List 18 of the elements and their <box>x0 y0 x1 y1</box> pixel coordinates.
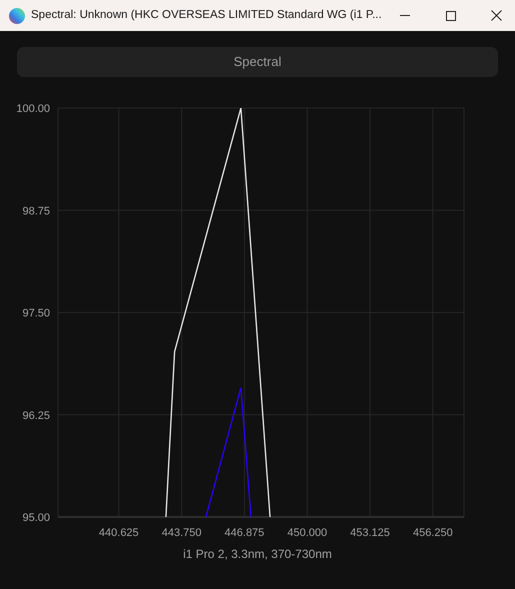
y-tick-label: 97.50 <box>22 308 50 320</box>
spectral-button[interactable]: Spectral <box>17 47 498 77</box>
x-tick-label: 456.250 <box>412 527 453 539</box>
close-icon <box>491 10 502 21</box>
y-tick-label: 96.25 <box>22 410 50 422</box>
x-tick-label: 446.875 <box>224 527 264 539</box>
y-tick-label: 98.75 <box>22 205 50 218</box>
y-tick-label: 100.00 <box>16 103 50 115</box>
chart-caption: i1 Pro 2, 3.3nm, 370-730nm <box>183 546 332 563</box>
x-tick-label: 443.750 <box>162 527 202 539</box>
x-tick-label: 453.125 <box>350 527 390 539</box>
x-tick-label: 440.625 <box>98 527 139 539</box>
app-logo-icon <box>9 8 25 24</box>
minimize-icon <box>400 15 410 16</box>
x-tick-label: 450.000 <box>287 527 328 539</box>
y-tick-label: 95.00 <box>22 512 50 524</box>
maximize-icon <box>446 10 456 20</box>
window-title: Spectral: Unknown (HKC OVERSEAS LIMITED Standard WG (i1 P... <box>31 8 382 23</box>
